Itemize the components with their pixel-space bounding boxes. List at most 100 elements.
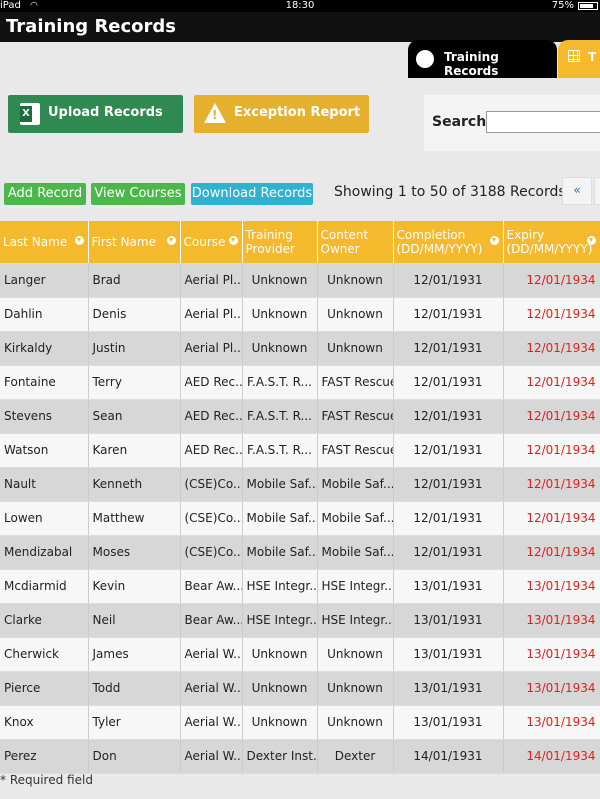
- cell-training-provider: F.A.S.T. R...: [242, 399, 318, 434]
- table-row[interactable]: Cherwick James Aerial W... Unknown Unknown 13…: [0, 637, 600, 672]
- cell-content-owner: FAST Rescue: [317, 433, 394, 468]
- table-row[interactable]: Nault Kenneth (CSE)Co... Mobile Saf... Mobil…: [0, 467, 600, 502]
- cell-training-provider: Dexter Inst...: [242, 739, 318, 774]
- cell-first-name: Neil: [88, 603, 181, 638]
- circle-icon: [416, 50, 434, 68]
- column-header-completion[interactable]: Completion (DD/MM/YYYY): [393, 221, 504, 263]
- download-records-button[interactable]: Download Records: [191, 183, 313, 205]
- cell-last-name: Cherwick: [0, 637, 89, 672]
- column-header-label: Training Provider: [245, 228, 295, 256]
- cell-expiry: 13/01/1934: [503, 637, 600, 672]
- tab-label: T: [588, 50, 597, 64]
- column-header-label: Completion (DD/MM/YYYY): [396, 228, 483, 256]
- exception-report-button[interactable]: ! Exception Report: [194, 95, 369, 133]
- search-input[interactable]: [486, 111, 600, 133]
- column-header-label: Expiry (DD/MM/YYYY): [506, 228, 593, 256]
- cell-first-name: Don: [88, 739, 181, 774]
- sort-icon: [166, 236, 176, 245]
- cell-completion: 13/01/1931: [393, 671, 504, 706]
- tab-label: Training Records: [444, 50, 499, 78]
- table-row[interactable]: Dahlin Denis Aerial Pl... Unknown Unknown 12/…: [0, 297, 600, 332]
- cell-completion: 12/01/1931: [393, 467, 504, 502]
- cell-content-owner: FAST Rescue: [317, 365, 394, 400]
- cell-content-owner: HSE Integr...: [317, 569, 394, 604]
- cell-completion: 12/01/1931: [393, 501, 504, 536]
- table-row[interactable]: Kirkaldy Justin Aerial Pl... Unknown Unknown…: [0, 331, 600, 366]
- cell-completion: 12/01/1931: [393, 433, 504, 468]
- cell-course: Aerial W...: [180, 671, 243, 706]
- cell-course: (CSE)Co...: [180, 501, 243, 536]
- cell-last-name: Mendizabal: [0, 535, 89, 570]
- table-row[interactable]: Pierce Todd Aerial W... Unknown Unknown 13/01…: [0, 671, 600, 706]
- cell-content-owner: Unknown: [317, 671, 394, 706]
- cell-completion: 12/01/1931: [393, 535, 504, 570]
- required-field-note: * Required field: [0, 773, 93, 787]
- tab-secondary[interactable]: T: [558, 40, 600, 78]
- app-header: Training Records: [0, 12, 600, 42]
- cell-first-name: Matthew: [88, 501, 181, 536]
- cell-training-provider: Unknown: [242, 705, 318, 740]
- table-row[interactable]: Lowen Matthew (CSE)Co... Mobile Saf... Mobil…: [0, 501, 600, 536]
- table-row[interactable]: Knox Tyler Aerial W... Unknown Unknown 13/01/…: [0, 705, 600, 740]
- upload-records-button[interactable]: X Upload Records: [8, 95, 183, 133]
- cell-last-name: Watson: [0, 433, 89, 468]
- cell-first-name: Brad: [88, 263, 181, 298]
- cell-training-provider: HSE Integr...: [242, 569, 318, 604]
- cell-content-owner: Dexter: [317, 739, 394, 774]
- cell-first-name: Moses: [88, 535, 181, 570]
- cell-first-name: Justin: [88, 331, 181, 366]
- cell-course: Bear Aw...: [180, 569, 243, 604]
- pager-prev-button[interactable]: [594, 177, 600, 205]
- column-header-content-owner[interactable]: Content Owner: [317, 221, 394, 263]
- records-table: Last Name First Name Course Training Pro…: [0, 221, 600, 774]
- cell-expiry: 12/01/1934: [503, 501, 600, 536]
- cell-content-owner: HSE Integr...: [317, 603, 394, 638]
- cell-expiry: 14/01/1934: [503, 739, 600, 774]
- cell-content-owner: Unknown: [317, 263, 394, 298]
- table-row[interactable]: Fontaine Terry AED Rec... F.A.S.T. R... FAST…: [0, 365, 600, 400]
- cell-content-owner: Unknown: [317, 331, 394, 366]
- column-header-expiry[interactable]: Expiry (DD/MM/YYYY): [503, 221, 600, 263]
- cell-last-name: Kirkaldy: [0, 331, 89, 366]
- records-summary: Showing 1 to 50 of 3188 Records: [334, 184, 566, 200]
- cell-first-name: Denis: [88, 297, 181, 332]
- table-row[interactable]: Perez Don Aerial W... Dexter Inst... Dexter 1…: [0, 739, 600, 774]
- column-header-course[interactable]: Course: [180, 221, 243, 263]
- cell-completion: 13/01/1931: [393, 637, 504, 672]
- sort-icon: [489, 236, 499, 245]
- table-row[interactable]: Mendizabal Moses (CSE)Co... Mobile Saf... Mo…: [0, 535, 600, 570]
- table-row[interactable]: Stevens Sean AED Rec... F.A.S.T. R... FAST R…: [0, 399, 600, 434]
- cell-expiry: 13/01/1934: [503, 603, 600, 638]
- cell-expiry: 12/01/1934: [503, 535, 600, 570]
- cell-expiry: 12/01/1934: [503, 331, 600, 366]
- sort-icon: [586, 236, 596, 245]
- cell-course: Aerial W...: [180, 705, 243, 740]
- cell-training-provider: Mobile Saf...: [242, 501, 318, 536]
- page-title: Training Records: [6, 16, 177, 37]
- column-header-label: Content Owner: [320, 228, 369, 256]
- excel-icon: X: [20, 103, 40, 125]
- add-record-button[interactable]: Add Record: [4, 183, 86, 205]
- column-header-first-name[interactable]: First Name: [88, 221, 181, 263]
- table-row[interactable]: Mcdiarmid Kevin Bear Aw... HSE Integr... HSE…: [0, 569, 600, 604]
- table-row[interactable]: Clarke Neil Bear Aw... HSE Integr... HSE Int…: [0, 603, 600, 638]
- cell-course: Aerial W...: [180, 637, 243, 672]
- cell-course: (CSE)Co...: [180, 467, 243, 502]
- exception-report-label: Exception Report: [234, 105, 361, 120]
- cell-completion: 13/01/1931: [393, 705, 504, 740]
- cell-content-owner: FAST Rescue: [317, 399, 394, 434]
- cell-training-provider: HSE Integr...: [242, 603, 318, 638]
- pager-first-button[interactable]: «: [562, 177, 592, 205]
- search-panel: Search:: [424, 95, 600, 151]
- view-courses-button[interactable]: View Courses: [91, 183, 185, 205]
- cell-first-name: James: [88, 637, 181, 672]
- cell-completion: 12/01/1931: [393, 263, 504, 298]
- cell-last-name: Lowen: [0, 501, 89, 536]
- cell-last-name: Mcdiarmid: [0, 569, 89, 604]
- column-header-training-provider[interactable]: Training Provider: [242, 221, 318, 263]
- table-row[interactable]: Watson Karen AED Rec... F.A.S.T. R... FAST R…: [0, 433, 600, 468]
- column-header-last-name[interactable]: Last Name: [0, 221, 89, 263]
- cell-completion: 12/01/1931: [393, 297, 504, 332]
- tab-training-records[interactable]: Training Records: [408, 40, 557, 78]
- table-row[interactable]: Langer Brad Aerial Pl... Unknown Unknown 12/0…: [0, 263, 600, 298]
